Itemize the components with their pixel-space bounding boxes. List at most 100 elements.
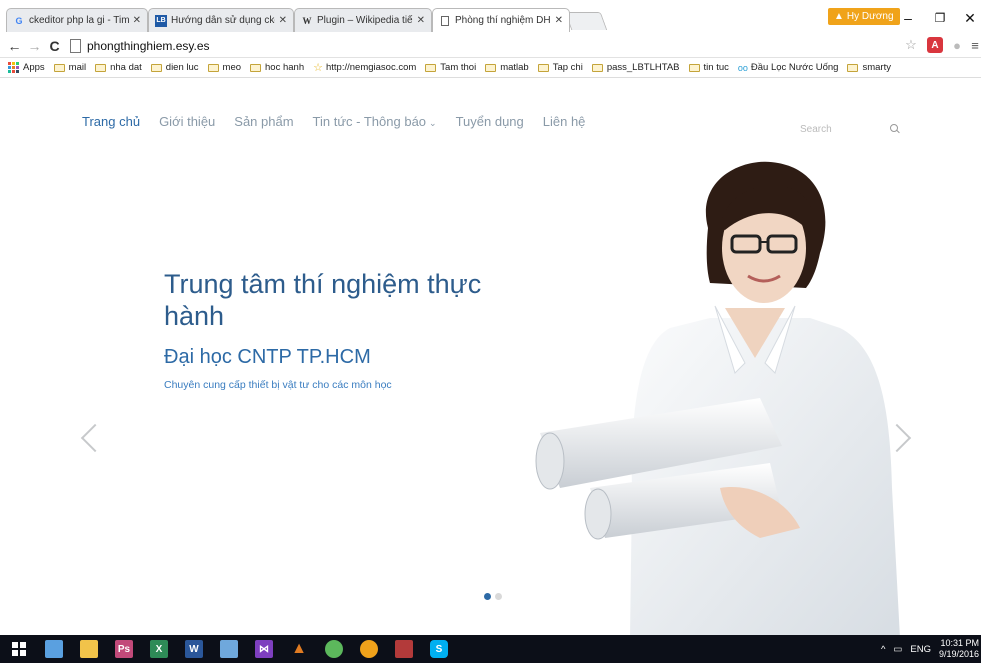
bookmark-smarty[interactable]: smarty	[847, 62, 891, 73]
glasses-icon: oo	[737, 62, 748, 73]
search-input[interactable]: Search	[800, 124, 890, 135]
user-profile-button[interactable]: ▲ Hy Dương	[828, 8, 900, 25]
apps-icon	[8, 62, 19, 73]
url-text[interactable]: phongthinghiem.esy.es	[87, 39, 210, 53]
windows-start-icon[interactable]	[10, 640, 28, 658]
green-app-icon[interactable]	[325, 640, 343, 658]
bookmark-label: Tam thoi	[440, 62, 477, 73]
nav-lien-he[interactable]: Liên hệ	[543, 114, 586, 129]
bookmark-nemgiasoc[interactable]: ☆ http://nemgiasoc.com	[313, 61, 416, 74]
folder-icon	[591, 63, 603, 72]
search-icon[interactable]	[890, 124, 900, 134]
visual-studio-icon[interactable]: ⋈	[255, 640, 273, 658]
close-icon[interactable]: ✕	[417, 15, 425, 26]
tab-title: ckeditor php la gi - Tim v	[29, 15, 129, 26]
bookmark-tam-thoi[interactable]: Tam thoi	[425, 62, 476, 73]
word-icon[interactable]: W	[185, 640, 203, 658]
carousel-dot[interactable]	[495, 593, 502, 600]
folder-icon	[485, 63, 497, 72]
tab-ckeditor-guide[interactable]: LB Hướng dẫn sử dụng cked ✕	[148, 8, 294, 32]
bookmark-nha-dat[interactable]: nha dat	[95, 62, 142, 73]
tab-title: Phòng thí nghiệm DH CN	[455, 15, 551, 26]
bookmark-mail[interactable]: mail	[53, 62, 87, 73]
back-button[interactable]: ←	[6, 37, 23, 55]
reload-button[interactable]: C	[46, 37, 63, 55]
site-search[interactable]: Search	[800, 120, 900, 138]
clock-date: 9/19/2016	[939, 649, 979, 659]
close-icon[interactable]: ✕	[133, 15, 141, 26]
bookmark-hoc-hanh[interactable]: hoc hanh	[250, 62, 304, 73]
bookmark-dau-loc-nuoc[interactable]: oo Đầu Lọc Nước Uống	[738, 62, 839, 73]
bookmark-label: matlab	[500, 62, 529, 73]
bookmark-matlab[interactable]: matlab	[485, 62, 529, 73]
extension-drop-icon[interactable]: ●	[949, 37, 965, 53]
tab-strip: G ckeditor php la gi - Tim v ✕ LB Hướng …	[0, 0, 981, 34]
bookmark-label: mail	[68, 62, 87, 73]
folder-icon	[688, 63, 700, 72]
bookmark-label: pass_LBTLHTAB	[606, 62, 680, 73]
excel-icon[interactable]: X	[150, 640, 168, 658]
carousel-prev-arrow[interactable]	[80, 418, 100, 458]
bookmark-tap-chi[interactable]: Tap chi	[537, 62, 583, 73]
bookmark-pass[interactable]: pass_LBTLHTAB	[591, 62, 680, 73]
menu-icon[interactable]: ≡	[967, 37, 981, 53]
bookmark-label: meo	[222, 62, 242, 73]
clock[interactable]: 10:31 PM 9/19/2016	[939, 638, 979, 660]
notification-icon[interactable]: ▭	[893, 644, 902, 655]
nav-gioi-thieu[interactable]: Giới thiệu	[159, 114, 215, 129]
new-tab-button[interactable]	[564, 12, 608, 30]
bookmark-label: tin tuc	[703, 62, 729, 73]
chevron-up-icon[interactable]: ^	[881, 644, 885, 655]
carousel-dot[interactable]	[484, 593, 491, 600]
nav-trang-chu[interactable]: Trang chủ	[82, 114, 140, 129]
tab-google[interactable]: G ckeditor php la gi - Tim v ✕	[6, 8, 148, 32]
nav-tuyen-dung[interactable]: Tuyển dụng	[456, 114, 524, 129]
media-icon[interactable]	[395, 640, 413, 658]
bookmark-tin-tuc[interactable]: tin tuc	[688, 62, 729, 73]
minimize-button[interactable]: –	[898, 8, 918, 28]
notes-icon[interactable]	[220, 640, 238, 658]
carousel-next-arrow[interactable]	[890, 418, 910, 458]
star-icon: ☆	[313, 62, 323, 74]
page-icon	[439, 15, 451, 27]
tab-wikipedia[interactable]: W Plugin – Wikipedia tiếng ✕	[294, 8, 432, 32]
nav-label: Tin tức - Thông báo	[312, 114, 427, 129]
nav-san-pham[interactable]: Sản phẩm	[234, 114, 293, 129]
language-indicator[interactable]: ENG	[910, 644, 931, 655]
folder-icon	[537, 63, 549, 72]
folder-icon	[250, 63, 262, 72]
bookmark-label: http://nemgiasoc.com	[325, 62, 417, 73]
hero-subtitle: Đại học CNTP TP.HCM	[164, 346, 371, 368]
bookmark-apps[interactable]: Apps	[8, 62, 45, 73]
cortana-icon[interactable]	[45, 640, 63, 658]
bookmark-dien-luc[interactable]: dien luc	[150, 62, 199, 73]
restore-button[interactable]: ❐	[930, 8, 950, 28]
web-page: Trang chủ Giới thiệu Sản phẩm Tin tức - …	[0, 78, 981, 635]
photoshop-icon[interactable]: Ps	[115, 640, 133, 658]
forward-button[interactable]: →	[26, 37, 43, 55]
nav-tin-tuc[interactable]: Tin tức - Thông báo ⌄	[313, 114, 437, 129]
bookmarks-bar: Apps mail nha dat dien luc meo hoc hanh …	[0, 58, 981, 78]
skype-icon[interactable]: S	[430, 640, 448, 658]
bookmark-star-icon[interactable]: ☆	[903, 37, 919, 53]
bookmark-label: dien luc	[165, 62, 199, 73]
address-bar[interactable]: phongthinghiem.esy.es	[70, 36, 930, 56]
tab-title: Hướng dẫn sử dụng cked	[171, 15, 275, 26]
close-icon[interactable]: ✕	[279, 15, 287, 26]
bookmark-label: hoc hanh	[265, 62, 305, 73]
bookmark-meo[interactable]: meo	[207, 62, 242, 73]
folder-icon	[53, 63, 65, 72]
close-icon[interactable]: ✕	[555, 15, 563, 26]
tab-title: Plugin – Wikipedia tiếng	[317, 15, 413, 26]
system-tray: ^ ▭ ENG 10:31 PM 9/19/2016	[881, 635, 979, 663]
address-toolbar: ← → C phongthinghiem.esy.es	[0, 34, 981, 58]
folder-icon	[95, 63, 107, 72]
file-explorer-icon[interactable]	[80, 640, 98, 658]
close-window-button[interactable]: ✕	[960, 8, 980, 28]
extension-icon[interactable]: A	[927, 37, 943, 53]
chevron-down-icon: ⌄	[429, 118, 437, 128]
windows-taskbar: Ps X W ⋈ ▲ S ^ ▭ ENG 10:31 PM 9/19/2016	[0, 635, 981, 663]
matlab-icon[interactable]: ▲	[290, 640, 308, 658]
chrome-icon[interactable]	[360, 640, 378, 658]
tab-phong-thi-nghiem[interactable]: Phòng thí nghiệm DH CN ✕	[432, 8, 570, 32]
